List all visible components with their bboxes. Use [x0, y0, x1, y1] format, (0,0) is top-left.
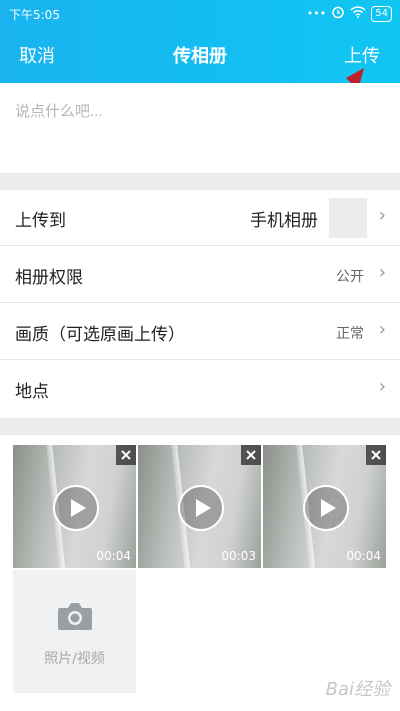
video-duration: 00:03: [221, 549, 256, 563]
image-quality-value: 正常: [336, 326, 364, 342]
image-quality-row[interactable]: 画质（可选原画上传） 正常 ›: [0, 304, 400, 360]
upload-button[interactable]: 上传: [344, 42, 380, 68]
status-time: 下午5:05: [9, 8, 60, 22]
upload-destination-value: 手机相册: [250, 211, 318, 231]
close-icon: [121, 450, 131, 460]
nav-bar: 取消 传相册 上传: [0, 38, 400, 72]
add-media-caption: 照片/视频: [44, 651, 105, 667]
top-bar: 下午5:05 ••• 54 取消 传相册 上传: [0, 0, 400, 83]
video-thumbnail[interactable]: 00:03: [138, 445, 261, 568]
close-icon: [371, 450, 381, 460]
caption-area: [0, 83, 400, 173]
play-icon: [321, 499, 336, 517]
upload-destination-label: 上传到: [15, 211, 66, 231]
status-bar: 下午5:05 ••• 54: [0, 0, 400, 28]
battery-icon: 54: [371, 5, 392, 22]
album-permission-value: 公开: [336, 269, 364, 285]
play-button[interactable]: [303, 485, 349, 531]
location-label: 地点: [15, 382, 49, 402]
play-icon: [71, 499, 86, 517]
page-title: 传相册: [173, 46, 227, 67]
signal-icon: •••: [306, 7, 327, 20]
status-icons: ••• 54: [307, 5, 392, 22]
album-thumbnail: [329, 198, 367, 238]
alarm-icon: [331, 5, 345, 22]
chevron-right-icon: ›: [378, 319, 386, 340]
play-button[interactable]: [53, 485, 99, 531]
upload-destination-row[interactable]: 上传到 手机相册 ›: [0, 190, 400, 246]
caption-input[interactable]: [15, 103, 375, 120]
camera-icon: [58, 603, 92, 630]
image-quality-label: 画质（可选原画上传）: [15, 325, 185, 345]
chevron-right-icon: ›: [378, 376, 386, 397]
location-row[interactable]: 地点 ›: [0, 361, 400, 417]
video-duration: 00:04: [346, 549, 381, 563]
album-permission-row[interactable]: 相册权限 公开 ›: [0, 247, 400, 303]
remove-video-button[interactable]: [366, 445, 386, 465]
video-duration: 00:04: [96, 549, 131, 563]
chevron-right-icon: ›: [378, 205, 386, 226]
section-divider: [0, 173, 400, 190]
video-thumbnail[interactable]: 00:04: [263, 445, 386, 568]
play-icon: [196, 499, 211, 517]
close-icon: [246, 450, 256, 460]
video-thumbnail[interactable]: 00:04: [13, 445, 136, 568]
chevron-right-icon: ›: [378, 262, 386, 283]
watermark: Bai经验: [325, 679, 390, 700]
remove-video-button[interactable]: [116, 445, 136, 465]
album-permission-label: 相册权限: [15, 268, 83, 288]
section-divider: [0, 418, 400, 435]
play-button[interactable]: [178, 485, 224, 531]
wifi-icon: [350, 6, 366, 21]
remove-video-button[interactable]: [241, 445, 261, 465]
add-media-button[interactable]: 照片/视频: [13, 570, 136, 693]
